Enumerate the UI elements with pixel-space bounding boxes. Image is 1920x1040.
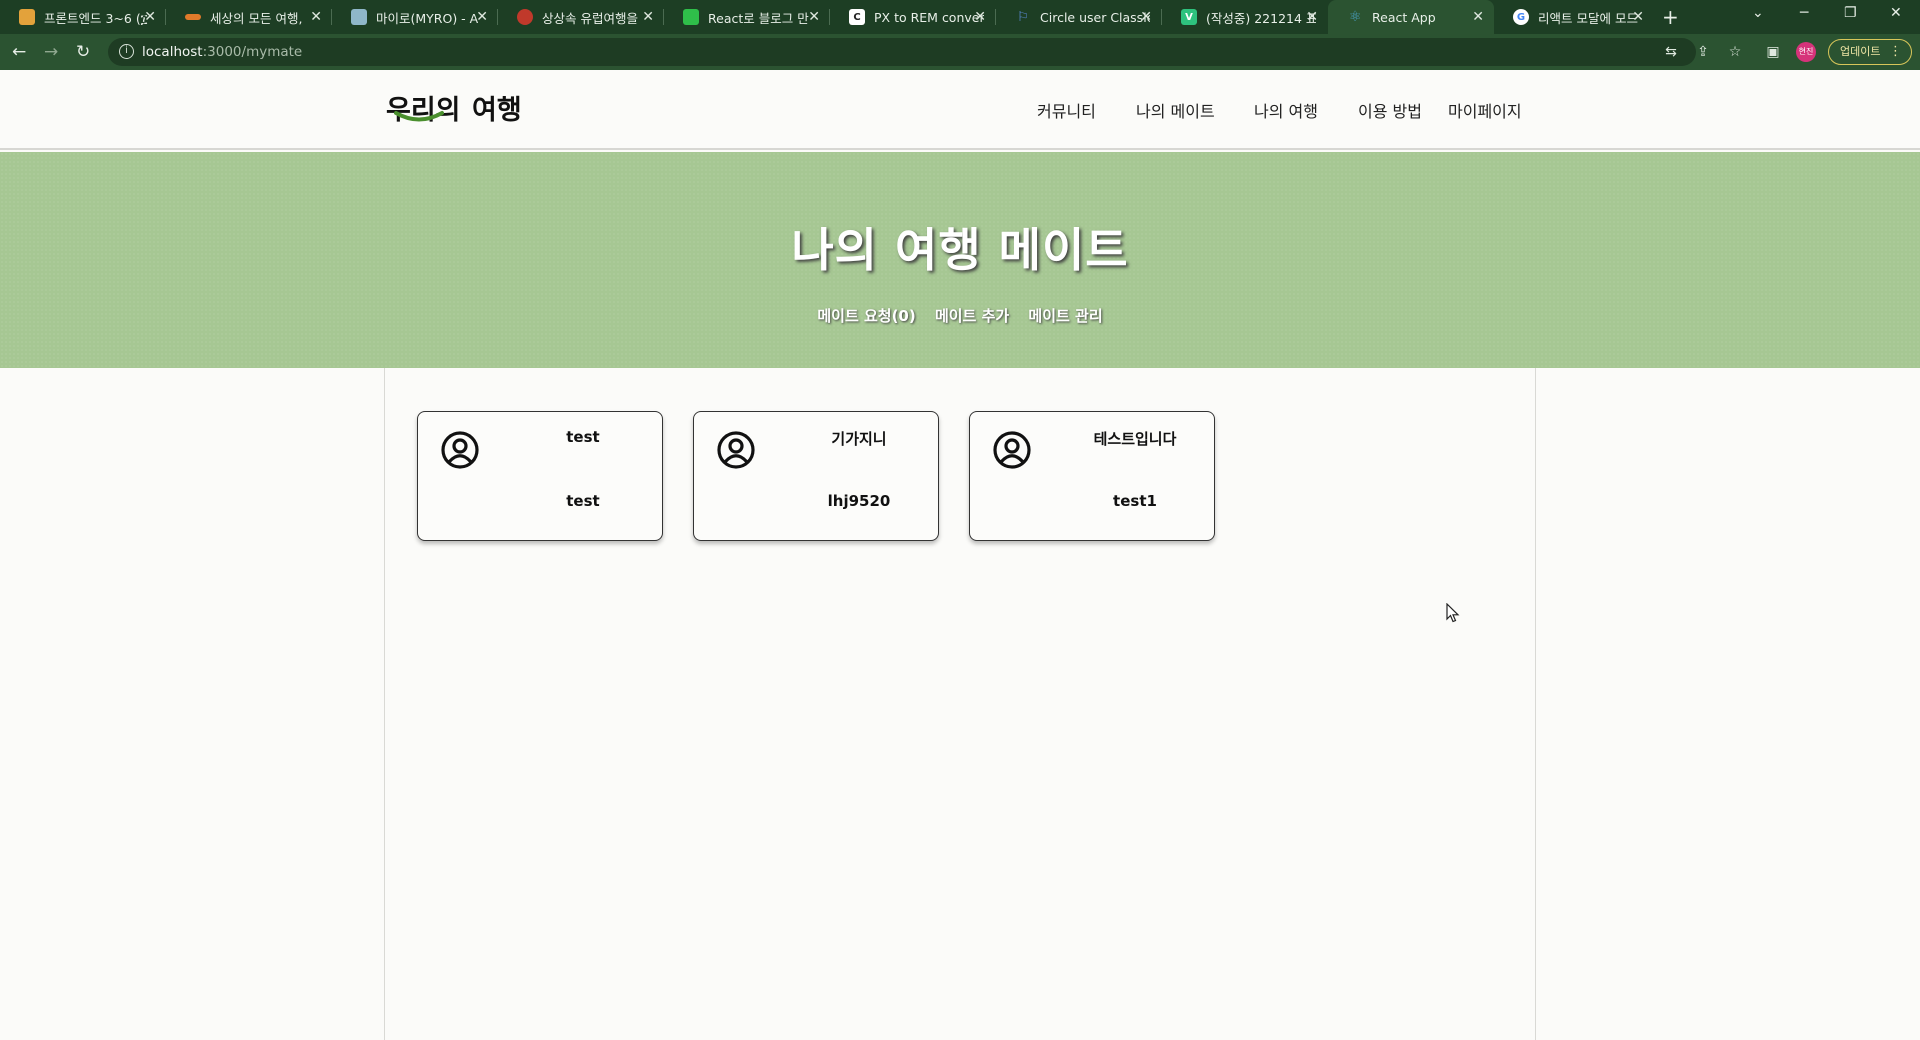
user-circle-icon xyxy=(441,431,479,469)
browser-tab[interactable]: 마이로(MYRO) - A ✕ xyxy=(332,0,498,34)
site-header: 우리의 여행 커뮤니티 나의 메이트 나의 여행 이용 방법 마이페이지 xyxy=(0,70,1920,150)
manage-mates-link[interactable]: 메이트 관리 xyxy=(1028,307,1102,325)
close-tab-icon[interactable]: ✕ xyxy=(808,9,820,25)
tab-title: Circle user Classic xyxy=(1040,9,1150,25)
tab-favicon-icon: C xyxy=(849,9,865,25)
mate-name: test xyxy=(566,428,600,446)
nav-how-to-use[interactable]: 이용 방법 xyxy=(1358,98,1422,122)
browser-tab[interactable]: C PX to REM conver ✕ xyxy=(830,0,996,34)
browser-tab-strip: 프론트엔드 3~6 (፲ ✕ 세상의 모든 여행, ✕ 마이로(MYRO) - … xyxy=(0,0,1920,34)
mate-list-container: test test 기가지니 lhj9520 테스트입니다 test1 xyxy=(384,368,1536,1040)
close-window-icon[interactable]: ✕ xyxy=(1890,5,1902,21)
profile-avatar[interactable]: 현진 xyxy=(1796,42,1816,62)
tab-favicon-icon xyxy=(185,14,201,20)
close-tab-icon[interactable]: ✕ xyxy=(642,9,654,25)
close-tab-icon[interactable]: ✕ xyxy=(1306,9,1318,25)
browser-tab-active[interactable]: ⚛ React App ✕ xyxy=(1328,0,1494,34)
side-panel-icon[interactable]: ▣ xyxy=(1764,43,1782,61)
mate-card[interactable]: 테스트입니다 test1 xyxy=(969,411,1215,541)
nav-my-mate[interactable]: 나의 메이트 xyxy=(1136,98,1215,122)
tab-favicon-icon: ⚐ xyxy=(1017,9,1029,25)
close-tab-icon[interactable]: ✕ xyxy=(1472,9,1484,25)
site-logo[interactable]: 우리의 여행 xyxy=(386,86,526,130)
new-tab-icon[interactable]: + xyxy=(1662,5,1679,29)
browser-tab[interactable]: ⚐ Circle user Classic ✕ xyxy=(996,0,1162,34)
back-icon[interactable]: ← xyxy=(12,42,26,62)
mate-id: lhj9520 xyxy=(827,492,891,510)
forward-icon[interactable]: → xyxy=(44,42,58,62)
close-tab-icon[interactable]: ✕ xyxy=(1632,9,1644,25)
mate-card[interactable]: test test xyxy=(417,411,663,541)
tab-favicon-icon: V xyxy=(1181,9,1197,25)
tab-title: 상상속 유럽여행을 xyxy=(542,10,638,26)
google-favicon-icon: G xyxy=(1513,9,1529,25)
logo-smile-icon xyxy=(394,111,444,122)
tab-title: React App xyxy=(1372,9,1436,25)
browser-tab[interactable]: G 리액트 모달에 모드 ✕ xyxy=(1494,0,1654,34)
restore-icon[interactable]: ❐ xyxy=(1844,5,1857,21)
reload-icon[interactable]: ↻ xyxy=(76,42,90,62)
page-title: 나의 여행 메이트 xyxy=(791,223,1129,277)
url-text: localhost:3000/mymate xyxy=(142,44,302,60)
tab-search-icon[interactable]: ⌄ xyxy=(1752,5,1764,21)
update-label: 업데이트 xyxy=(1840,45,1881,58)
mate-id: test1 xyxy=(1113,492,1157,510)
mate-card[interactable]: 기가지니 lhj9520 xyxy=(693,411,939,541)
mouse-pointer-icon xyxy=(1446,603,1460,623)
tab-favicon-icon xyxy=(517,9,533,25)
mate-name: 테스트입니다 xyxy=(1093,430,1177,448)
browser-tab[interactable]: 세상의 모든 여행, ✕ xyxy=(166,0,332,34)
react-favicon-icon: ⚛ xyxy=(1348,9,1362,25)
update-button[interactable]: 업데이트 ⋮ xyxy=(1828,39,1912,65)
nav-community[interactable]: 커뮤니티 xyxy=(1037,98,1096,122)
browser-tab[interactable]: 상상속 유럽여행을 ✕ xyxy=(498,0,664,34)
close-tab-icon[interactable]: ✕ xyxy=(144,9,156,25)
mate-id: test xyxy=(566,492,600,510)
web-page: 우리의 여행 커뮤니티 나의 메이트 나의 여행 이용 방법 마이페이지 나의 … xyxy=(0,70,1920,1040)
more-menu-icon[interactable]: ⋮ xyxy=(1889,40,1902,63)
address-bar[interactable]: i localhost:3000/mymate ⇆ xyxy=(108,38,1696,66)
site-info-icon[interactable]: i xyxy=(119,44,134,59)
mate-name: 기가지니 xyxy=(831,430,887,448)
mate-action-links: 메이트 요청(0) 메이트 추가 메이트 관리 xyxy=(0,305,1920,326)
close-tab-icon[interactable]: ✕ xyxy=(1140,9,1152,25)
browser-toolbar: ← → ↻ i localhost:3000/mymate ⇆ ⇪ ☆ ▣ 현진… xyxy=(0,34,1920,70)
tab-title: 세상의 모든 여행, xyxy=(210,10,303,26)
user-circle-icon xyxy=(993,431,1031,469)
tab-title: (작성중) 221214 표 xyxy=(1206,10,1316,26)
bookmark-star-icon[interactable]: ☆ xyxy=(1726,43,1744,61)
tab-title: 마이로(MYRO) - A xyxy=(376,10,479,26)
mate-requests-link[interactable]: 메이트 요청(0) xyxy=(817,307,915,325)
browser-tab[interactable]: V (작성중) 221214 표 ✕ xyxy=(1162,0,1328,34)
nav-my-trip[interactable]: 나의 여행 xyxy=(1254,98,1318,122)
add-mate-link[interactable]: 메이트 추가 xyxy=(935,307,1009,325)
logo-word-2: 여행 xyxy=(472,95,522,126)
close-tab-icon[interactable]: ✕ xyxy=(974,9,986,25)
tab-title: React로 블로그 만 xyxy=(708,10,809,26)
browser-tab[interactable]: React로 블로그 만 ✕ xyxy=(664,0,830,34)
url-path: :3000/mymate xyxy=(202,44,303,60)
share-icon[interactable]: ⇪ xyxy=(1694,43,1712,61)
tab-title: PX to REM conver xyxy=(874,9,984,25)
browser-tab[interactable]: 프론트엔드 3~6 (፲ ✕ xyxy=(0,0,166,34)
tab-favicon-icon xyxy=(683,9,699,25)
minimize-icon[interactable]: ─ xyxy=(1800,5,1808,21)
url-host: localhost xyxy=(142,44,203,60)
nav-my-page[interactable]: 마이페이지 xyxy=(1448,98,1522,122)
tab-favicon-icon xyxy=(19,9,35,25)
close-tab-icon[interactable]: ✕ xyxy=(310,9,322,25)
translate-icon[interactable]: ⇆ xyxy=(1662,43,1680,61)
tab-favicon-icon xyxy=(351,9,367,25)
tab-title: 프론트엔드 3~6 (፲ xyxy=(44,10,148,26)
close-tab-icon[interactable]: ✕ xyxy=(476,9,488,25)
hero-banner: 나의 여행 메이트 메이트 요청(0) 메이트 추가 메이트 관리 xyxy=(0,152,1920,368)
user-circle-icon xyxy=(717,431,755,469)
